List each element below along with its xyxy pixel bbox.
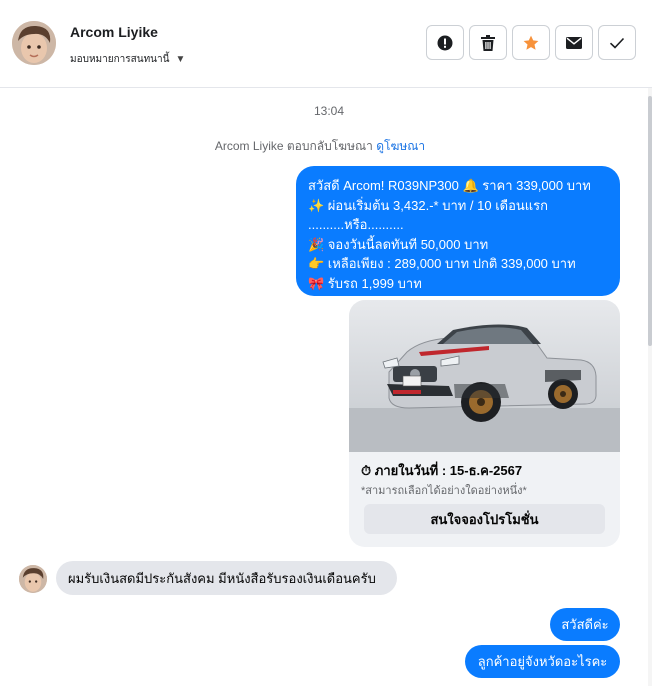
promo-message-bubble: สวัสดี Arcom! R039NP300 🔔 ราคา 339,000 บ… bbox=[296, 166, 620, 296]
report-button[interactable] bbox=[426, 25, 464, 60]
envelope-icon bbox=[566, 36, 582, 49]
promo-line: ✨ ผ่อนเริ่มต้น 3,432.-* บาท / 10 เดือนแร… bbox=[308, 197, 549, 213]
promo-note: *สามารถเลือกได้อย่างใดอย่างหนึ่ง* bbox=[361, 485, 527, 497]
check-icon bbox=[609, 37, 625, 49]
mark-unread-button[interactable] bbox=[555, 25, 593, 60]
delete-button[interactable] bbox=[469, 25, 507, 60]
sender-avatar[interactable] bbox=[19, 565, 47, 593]
assign-label: มอบหมายการสนทนานี้ bbox=[70, 54, 170, 65]
trash-icon bbox=[481, 34, 495, 51]
ad-reply-note: Arcom Liyike ตอบกลับโฆษณา ดูโฆษณา bbox=[0, 137, 640, 156]
scrollbar-thumb[interactable] bbox=[648, 96, 652, 346]
outgoing-message-bubble: ลูกค้าอยู่จังหวัดอะไรคะ bbox=[465, 645, 620, 678]
view-ad-link[interactable]: ดูโฆษณา bbox=[376, 139, 425, 153]
contact-name[interactable]: Arcom Liyike bbox=[70, 24, 158, 40]
outgoing-message-bubble: สวัสดีค่ะ bbox=[550, 608, 620, 641]
conversation-header: Arcom Liyike มอบหมายการสนทนานี้ ▼ bbox=[0, 0, 652, 88]
ad-reply-text: Arcom Liyike ตอบกลับโฆษณา bbox=[214, 139, 373, 153]
mark-done-button[interactable] bbox=[598, 25, 636, 60]
promo-line: 🎉 จองวันนี้ลดทันที 50,000 บาท bbox=[308, 236, 489, 252]
caret-down-icon: ▼ bbox=[175, 54, 186, 65]
star-icon bbox=[523, 35, 539, 51]
promo-line: ..........หรือ.......... bbox=[308, 217, 404, 232]
promo-deadline: ⏱ ภายในวันที่ : 15-ธ.ค-2567 bbox=[361, 463, 523, 478]
promo-card: ⏱ ภายในวันที่ : 15-ธ.ค-2567 *สามารถเลือก… bbox=[349, 300, 620, 547]
promo-line: สวัสดี Arcom! R039NP300 🔔 ราคา 339,000 บ… bbox=[308, 178, 591, 193]
message-timestamp: 13:04 bbox=[313, 104, 345, 118]
assign-conversation-dropdown[interactable]: มอบหมายการสนทนานี้ ▼ bbox=[70, 52, 185, 67]
contact-avatar[interactable] bbox=[12, 21, 56, 65]
promo-line: 👉 เหลือเพียง : 289,000 บาท ปกติ 339,000 … bbox=[308, 256, 576, 271]
star-button[interactable] bbox=[512, 25, 550, 60]
incoming-message-bubble: ผมรับเงินสดมีประกันสังคม มีหนังสือรับรอง… bbox=[56, 561, 397, 595]
promo-line: 🎀 รับรถ 1,999 บาท bbox=[308, 275, 422, 291]
book-promotion-button[interactable]: สนใจจองโปรโมชั่น bbox=[364, 504, 605, 534]
truck-photo[interactable] bbox=[349, 300, 620, 452]
scrollbar[interactable] bbox=[648, 88, 652, 686]
header-actions bbox=[426, 25, 636, 60]
exclamation-circle-icon bbox=[437, 35, 453, 51]
